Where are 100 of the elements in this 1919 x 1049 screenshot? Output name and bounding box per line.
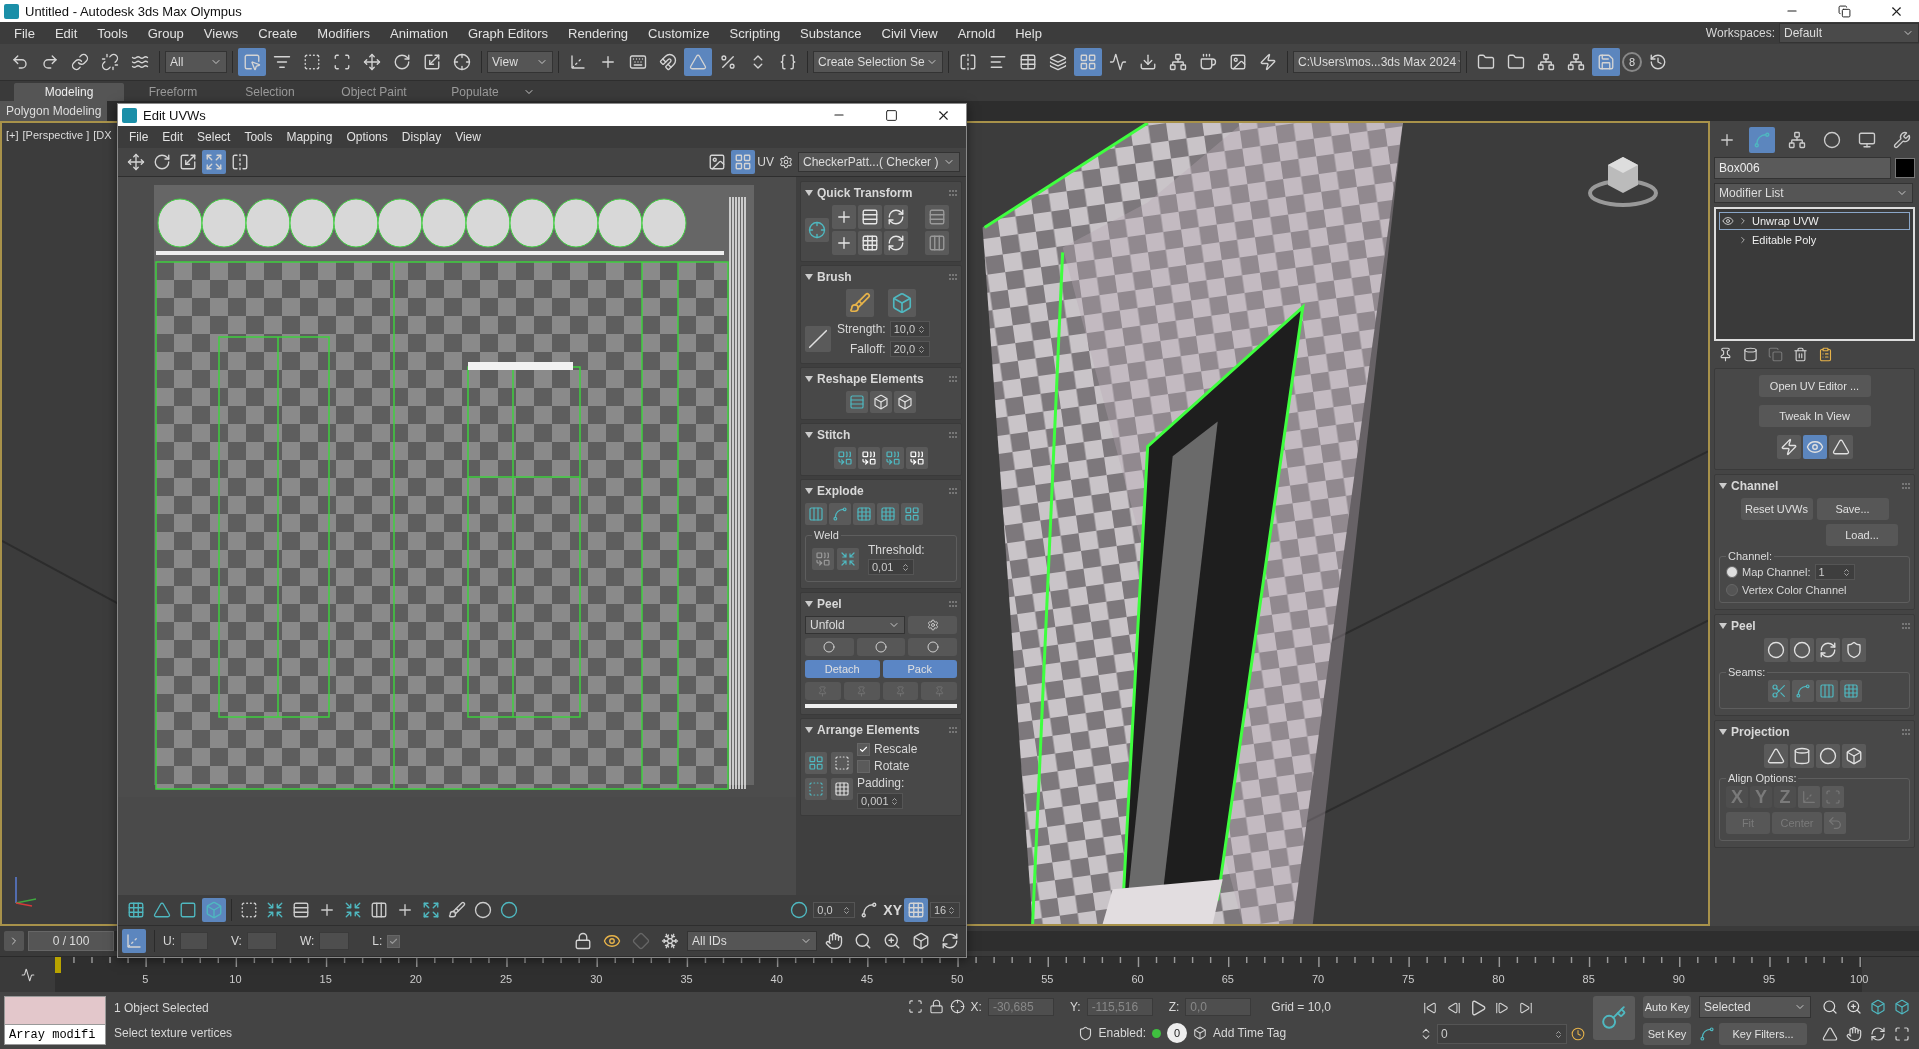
enabled-label: Enabled: <box>1098 1026 1146 1041</box>
save-button[interactable]: Save... <box>1816 498 1889 520</box>
menu-item[interactable]: Create <box>248 22 308 44</box>
menu-item[interactable]: Tools <box>87 22 138 44</box>
reference-coordinate-dropdown[interactable]: View <box>487 51 553 73</box>
menu-item[interactable]: Views <box>193 22 249 44</box>
uv-label: UV <box>757 155 774 169</box>
ribbon-tab[interactable]: Modeling <box>14 83 124 101</box>
frame-number: 25 <box>499 973 513 985</box>
auto-key-button[interactable]: Auto Key <box>1643 996 1691 1019</box>
prompt-text: Select texture vertices <box>114 1025 234 1040</box>
key-mode-dropdown[interactable]: Selected <box>1699 996 1811 1019</box>
load-button[interactable]: Load... <box>1826 524 1898 546</box>
menu-item[interactable]: Arnold <box>947 22 1006 44</box>
stack-item[interactable]: Unwrap UVW <box>1719 212 1910 230</box>
menu-item[interactable]: Help <box>1005 22 1052 44</box>
window-title: Untitled - Autodesk 3ds Max Olympus <box>25 3 243 19</box>
selection-status: 1 Object Selected <box>114 1001 210 1016</box>
id-filter-dropdown[interactable]: All IDs <box>687 931 817 951</box>
render-count-badge[interactable]: 8 <box>1622 52 1642 72</box>
rollout-header[interactable]: Channel <box>1719 478 1910 494</box>
rollout-header[interactable]: Projection <box>1719 724 1910 740</box>
window-title: Edit UVWs <box>143 107 207 123</box>
ribbon-tab[interactable]: Object Paint <box>318 83 430 101</box>
named-selection-dropdown[interactable]: Create Selection Se <box>813 51 943 73</box>
ribbon-tab[interactable]: Populate <box>430 83 520 101</box>
frame-number: 65 <box>1221 973 1234 985</box>
rollout-title: Reshape Elements <box>817 372 924 386</box>
rollout-header[interactable]: Peel <box>805 596 957 612</box>
u-label: U: <box>163 934 175 948</box>
menu-item[interactable]: Select <box>190 126 238 148</box>
menu-item[interactable]: Modifiers <box>307 22 381 44</box>
menu-item[interactable]: Substance <box>790 22 872 44</box>
menu-item[interactable]: File <box>4 22 45 44</box>
rollout-header[interactable]: Brush <box>805 269 957 285</box>
strength-field[interactable]: 10,0 <box>889 321 930 337</box>
rollout-title: Explode <box>817 484 864 498</box>
script-input-field[interactable]: Array modifi <box>5 1024 105 1044</box>
menu-item[interactable]: Options <box>339 126 395 148</box>
x-label: X: <box>970 999 982 1014</box>
threshold-label: Threshold: <box>868 543 925 557</box>
workspace-dropdown[interactable]: Default <box>1779 23 1919 43</box>
menu-item[interactable]: Display <box>394 126 449 148</box>
rollout-title: Projection <box>1731 725 1790 739</box>
menu-item[interactable]: Animation <box>380 22 458 44</box>
selection-filter-dropdown[interactable]: All <box>165 51 227 73</box>
threshold-field[interactable]: 0,01 <box>868 559 914 575</box>
ribbon-tab[interactable]: Selection <box>222 83 318 101</box>
menu-item[interactable]: Graph Editors <box>457 22 559 44</box>
grid-status: Grid = 10,0 <box>1271 999 1331 1014</box>
script-listener[interactable]: Array modifi <box>4 996 106 1045</box>
offset-field[interactable]: 0,0 <box>813 902 856 918</box>
reset-uvws-button[interactable]: Reset UVWs <box>1740 498 1813 520</box>
rollout-header[interactable]: Quick Transform <box>805 185 957 201</box>
rollout-header[interactable]: Peel <box>1719 618 1910 634</box>
menu-item[interactable]: Group <box>137 22 194 44</box>
frame-number: 45 <box>860 973 874 985</box>
menu-item[interactable]: Civil View <box>871 22 948 44</box>
w-label: W: <box>299 934 315 948</box>
grid-size-field[interactable]: 16 <box>930 902 960 918</box>
open-uv-editor-button[interactable]: Open UV Editor ... <box>1758 375 1871 397</box>
menu-item[interactable]: Tools <box>237 126 280 148</box>
frame-number: 30 <box>590 973 603 985</box>
viewport-label[interactable]: [Perspective ] <box>22 129 90 141</box>
set-key-button[interactable]: Set Key <box>1643 1022 1691 1045</box>
rollout-title: Peel <box>817 597 842 611</box>
ribbon-panel-label[interactable]: Polygon Modeling <box>0 101 108 121</box>
viewport-label[interactable]: [DX <box>93 129 112 141</box>
tweak-in-view-button[interactable]: Tweak In View <box>1758 405 1871 427</box>
stack-item[interactable]: Editable Poly <box>1719 231 1910 249</box>
map-channel-field[interactable]: 1 <box>1814 564 1855 580</box>
texture-dropdown[interactable]: CheckerPatt...( Checker ) <box>798 152 960 172</box>
rollout-header[interactable]: Explode <box>805 483 957 499</box>
project-path-dropdown[interactable]: C:\Users\mos...3ds Max 2024 <box>1293 51 1461 73</box>
menu-item[interactable]: Scripting <box>719 22 791 44</box>
l-label: L: <box>372 934 383 948</box>
time-slider[interactable]: 0 / 100 <box>28 931 114 951</box>
object-name-field[interactable]: Box006 <box>1714 157 1891 179</box>
menu-item[interactable]: View <box>448 126 488 148</box>
ribbon-tab[interactable]: Freeform <box>124 83 222 101</box>
key-filters-button[interactable]: Key Filters... <box>1719 1022 1807 1045</box>
padding-field[interactable]: 0,001 <box>857 793 903 809</box>
menu-item[interactable]: Rendering <box>558 22 639 44</box>
menu-item[interactable]: Customize <box>638 22 720 44</box>
modifier-list-dropdown[interactable]: Modifier List <box>1714 183 1913 203</box>
axes-label: XY <box>883 902 902 918</box>
falloff-field[interactable]: 20,0 <box>889 341 930 357</box>
rollout-title: Quick Transform <box>817 186 913 200</box>
menu-item[interactable]: Mapping <box>279 126 340 148</box>
rollout-header[interactable]: Arrange Elements <box>805 722 957 738</box>
y-label: Y: <box>1069 999 1081 1014</box>
menu-item[interactable]: Edit <box>44 22 88 44</box>
strength-label: Strength: <box>837 322 886 336</box>
viewport-label[interactable]: [+] <box>6 129 19 141</box>
option-label: Map Channel: <box>1742 566 1811 578</box>
menu-item[interactable]: File <box>122 126 156 148</box>
menu-item[interactable]: Edit <box>155 126 191 148</box>
peel-mode-dropdown[interactable]: Unfold <box>805 616 905 634</box>
add-time-tag-button[interactable]: Add Time Tag <box>1212 1026 1287 1041</box>
current-frame-field[interactable]: 0 <box>1437 1024 1567 1045</box>
